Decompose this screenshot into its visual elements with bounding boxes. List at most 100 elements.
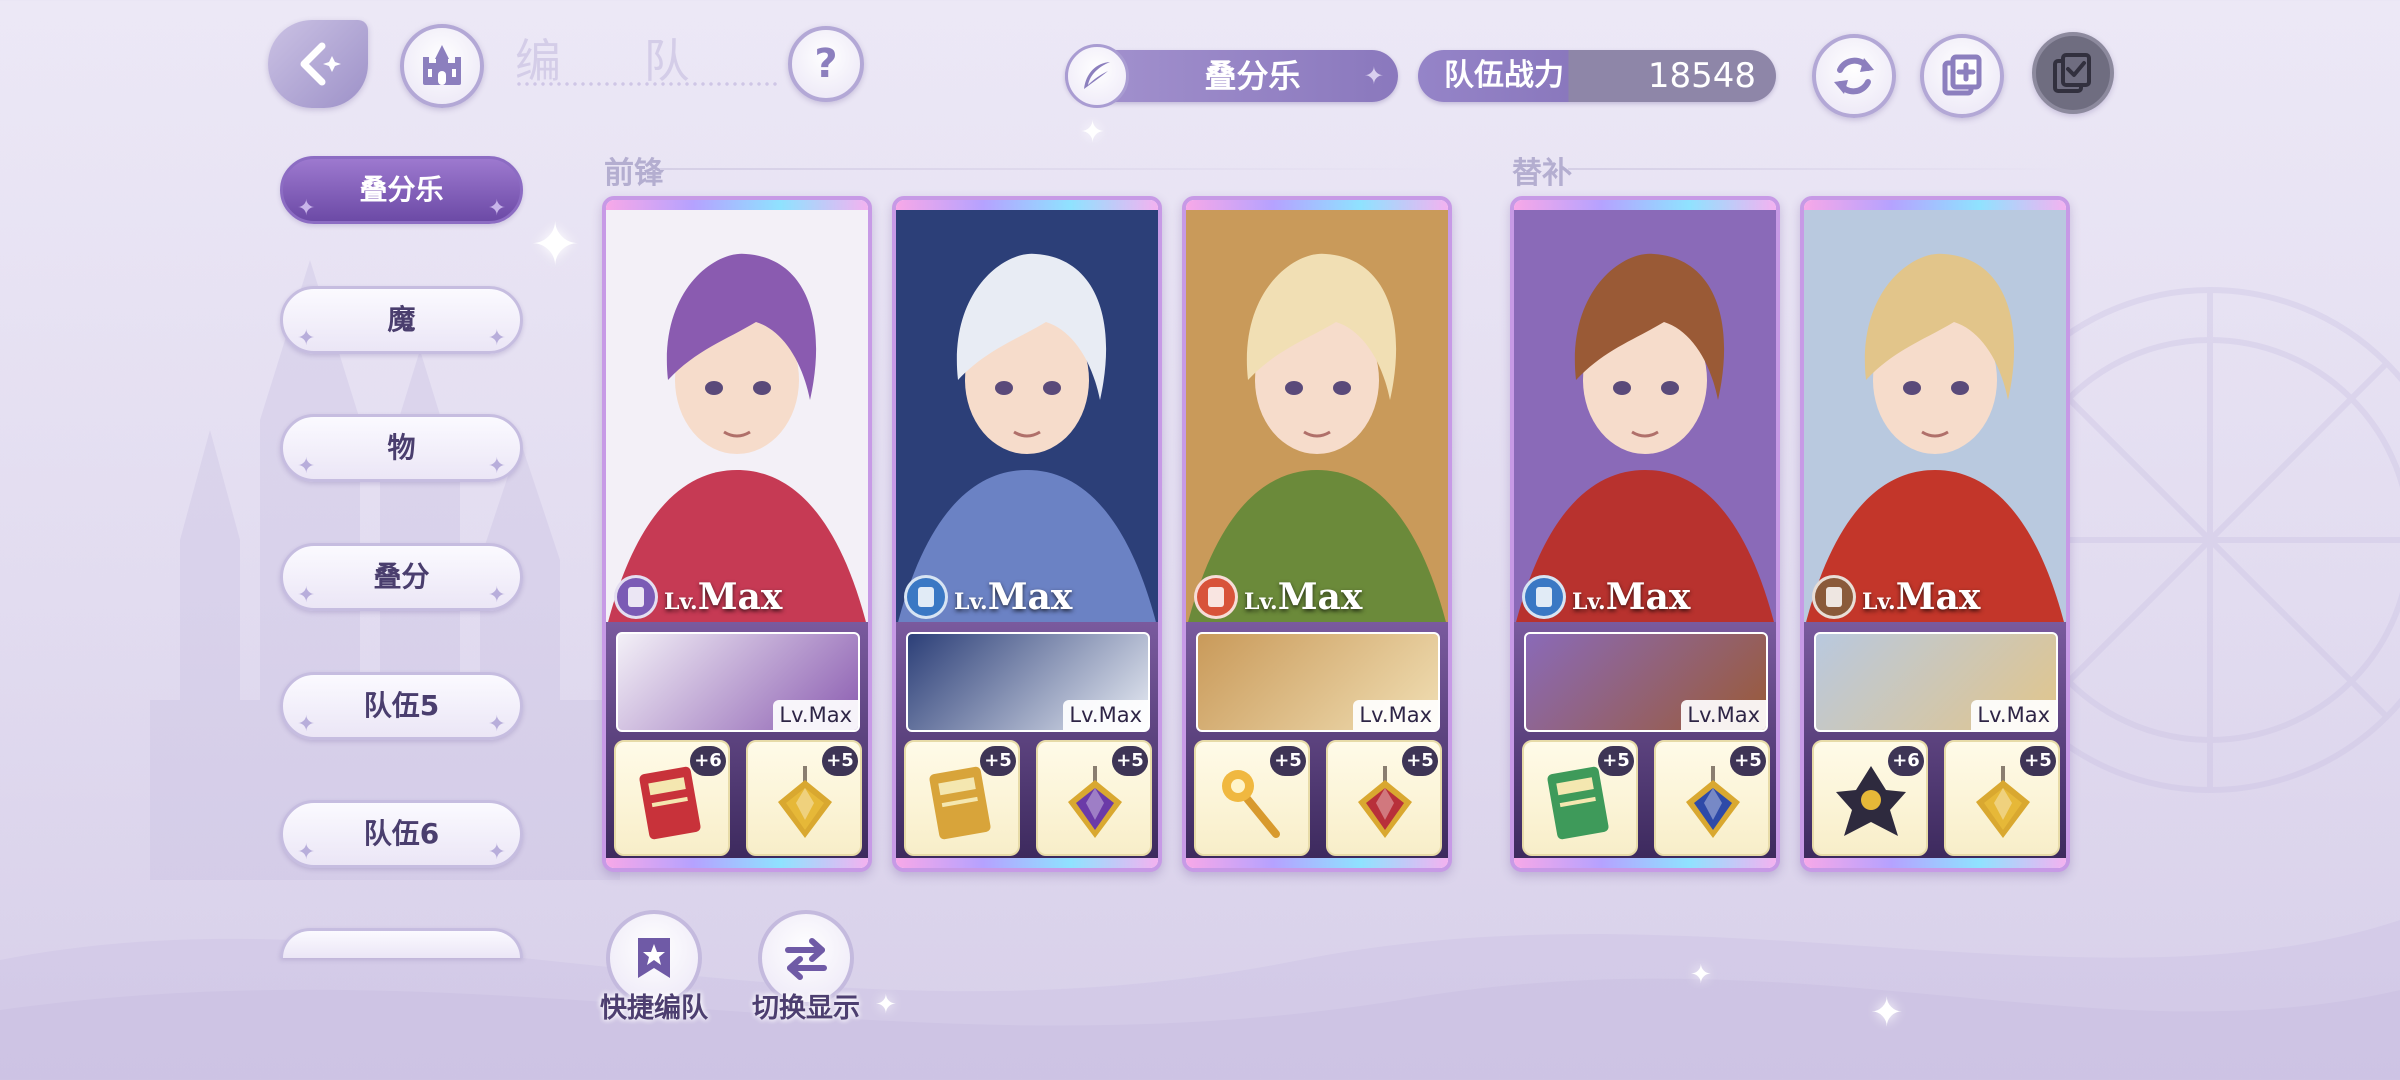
memory-card-level: Lv.Max <box>1063 700 1148 730</box>
character-portrait <box>1186 210 1448 630</box>
team-tab-1[interactable]: ✦ 叠分乐 ✦ <box>280 156 523 224</box>
enhance-level-badge: +5 <box>1270 746 1306 776</box>
team-tab-label: 队伍5 <box>363 689 440 722</box>
level-text: Lv.Max <box>1572 576 1690 618</box>
character-card[interactable]: Lv.Max Lv.Max +6 +5 <box>1800 196 2070 872</box>
enhance-level-badge: +5 <box>2020 746 2056 776</box>
sparkle-decoration: ✦ <box>1080 115 1106 150</box>
equipment-slot-1[interactable]: +5 <box>1522 740 1638 856</box>
card-frame-bottom <box>1804 858 2066 868</box>
sparkle-icon: ✦ <box>487 840 506 865</box>
power-label: 队伍战力 <box>1444 58 1564 93</box>
level-prefix: Lv. <box>954 589 988 615</box>
card-frame-top <box>896 200 1158 210</box>
memory-card-thumbnail[interactable]: Lv.Max <box>616 632 860 732</box>
level-row: Lv.Max <box>1522 572 1690 622</box>
card-frame-top <box>1514 200 1776 210</box>
equipment-slot-1[interactable]: +6 <box>1812 740 1928 856</box>
switch-display-button[interactable]: 切换显示 <box>740 910 870 1030</box>
memory-card-thumbnail[interactable]: Lv.Max <box>1196 632 1440 732</box>
memory-card-thumbnail[interactable]: Lv.Max <box>1524 632 1768 732</box>
card-frame-bottom <box>606 858 868 868</box>
team-name-label: 叠分乐 <box>1204 57 1301 95</box>
quick-team-label: 快捷编队 <box>600 993 708 1024</box>
team-tab-7[interactable] <box>280 928 523 958</box>
sparkle-icon: ✦ <box>297 196 316 221</box>
level-prefix: Lv. <box>1244 589 1278 615</box>
sparkle-icon: ✦ <box>487 454 506 479</box>
team-name-field[interactable]: 叠分乐 ✦ <box>1065 44 1398 108</box>
team-tab-2[interactable]: ✦ 魔 ✦ <box>280 286 523 354</box>
character-portrait <box>1804 210 2066 630</box>
sparkle-icon: ✦ <box>487 583 506 608</box>
card-frame-bottom <box>896 858 1158 868</box>
sparkle-icon: ✦ <box>297 583 316 608</box>
question-icon: ? <box>814 41 838 87</box>
quick-team-button[interactable]: 快捷编队 <box>588 910 718 1030</box>
enhance-level-badge: +5 <box>1598 746 1634 776</box>
team-tab-3[interactable]: ✦ 物 ✦ <box>280 414 523 482</box>
confirm-button[interactable] <box>2032 32 2114 114</box>
equipment-slot-2[interactable]: +5 <box>1326 740 1442 856</box>
character-card[interactable]: Lv.Max Lv.Max +5 +5 <box>1510 196 1780 872</box>
team-tab-6[interactable]: ✦ 队伍6 ✦ <box>280 800 523 868</box>
card-frame-top <box>1186 200 1448 210</box>
attribute-icon <box>1812 575 1856 619</box>
enhance-level-badge: +5 <box>980 746 1016 776</box>
back-chevron-icon <box>300 42 341 86</box>
equipment-slot-2[interactable]: +5 <box>1036 740 1152 856</box>
team-tab-label: 叠分乐 <box>359 173 444 206</box>
swap-arrows-icon <box>785 938 827 980</box>
memory-card-thumbnail[interactable]: Lv.Max <box>906 632 1150 732</box>
star-icon: ✦ <box>1363 62 1384 90</box>
equipment-slot-1[interactable]: +5 <box>1194 740 1310 856</box>
character-portrait <box>1514 210 1776 630</box>
feather-icon <box>1065 44 1129 108</box>
card-frame-bottom <box>1186 858 1448 868</box>
section-divider <box>660 168 1450 170</box>
level-prefix: Lv. <box>1862 589 1896 615</box>
character-portrait <box>896 210 1158 630</box>
attribute-icon <box>1194 575 1238 619</box>
refresh-button[interactable] <box>1812 34 1896 118</box>
equipment-slot-1[interactable]: +6 <box>614 740 730 856</box>
equipment-slot-2[interactable]: +5 <box>1654 740 1770 856</box>
sparkle-decoration: ✦ <box>1870 990 1904 1036</box>
team-tab-5[interactable]: ✦ 队伍5 ✦ <box>280 672 523 740</box>
section-divider <box>1568 168 2068 170</box>
equipment-slot-2[interactable]: +5 <box>746 740 862 856</box>
equipment-slot-2[interactable]: +5 <box>1944 740 2060 856</box>
level-prefix: Lv. <box>664 589 698 615</box>
enhance-level-badge: +5 <box>1730 746 1766 776</box>
sparkle-decoration: ✦ <box>530 210 581 280</box>
level-value: Max <box>697 576 783 618</box>
enhance-level-badge: +6 <box>1888 746 1924 776</box>
enhance-level-badge: +5 <box>822 746 858 776</box>
character-card[interactable]: Lv.Max Lv.Max +5 +5 <box>892 196 1162 872</box>
attribute-icon <box>614 575 658 619</box>
sparkle-decoration: ✦ <box>875 990 897 1020</box>
level-text: Lv.Max <box>954 576 1072 618</box>
memory-card-level: Lv.Max <box>1681 700 1766 730</box>
equipment-slot-1[interactable]: +5 <box>904 740 1020 856</box>
front-section-label: 前锋 <box>604 156 664 191</box>
character-card[interactable]: Lv.Max Lv.Max +5 +5 <box>1182 196 1452 872</box>
level-text: Lv.Max <box>1244 576 1362 618</box>
level-row: Lv.Max <box>614 572 782 622</box>
level-row: Lv.Max <box>1194 572 1362 622</box>
level-value: Max <box>987 576 1073 618</box>
level-prefix: Lv. <box>1572 589 1606 615</box>
copy-team-button[interactable] <box>1920 34 2004 118</box>
team-tab-4[interactable]: ✦ 叠分 ✦ <box>280 543 523 611</box>
character-card[interactable]: Lv.Max Lv.Max +6 +5 <box>602 196 872 872</box>
level-row: Lv.Max <box>904 572 1072 622</box>
switch-display-label: 切换显示 <box>752 993 860 1024</box>
level-value: Max <box>1277 576 1363 618</box>
sparkle-icon: ✦ <box>297 712 316 737</box>
level-value: Max <box>1895 576 1981 618</box>
back-button[interactable] <box>268 20 368 108</box>
home-button[interactable] <box>400 24 484 108</box>
memory-card-thumbnail[interactable]: Lv.Max <box>1814 632 2058 732</box>
copy-plus-icon <box>1942 54 1982 96</box>
help-button[interactable]: ? <box>788 26 864 102</box>
